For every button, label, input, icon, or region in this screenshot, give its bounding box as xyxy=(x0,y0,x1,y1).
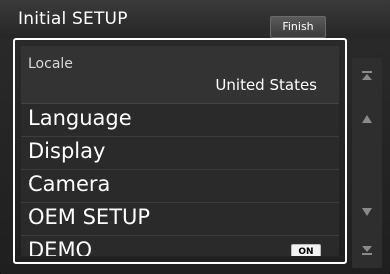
list-item-camera[interactable]: Camera xyxy=(21,170,339,203)
setup-list-frame: Locale United States Language Display Ca… xyxy=(13,38,347,264)
finish-button[interactable]: Finish xyxy=(270,16,326,38)
list-item-locale[interactable]: Locale United States xyxy=(21,46,339,104)
scrollbar[interactable] xyxy=(352,58,382,268)
demo-toggle[interactable]: ON xyxy=(291,244,321,256)
list-item-label: OEM SETUP xyxy=(28,205,151,229)
locale-label: Locale xyxy=(28,56,73,72)
list-item-demo[interactable]: DEMO ON xyxy=(21,236,339,256)
list-item-oem-setup[interactable]: OEM SETUP xyxy=(21,203,339,236)
title-bar: Initial SETUP Finish xyxy=(0,0,390,38)
scroll-top-icon[interactable] xyxy=(352,70,382,85)
list-item-language[interactable]: Language xyxy=(21,104,339,137)
screen: Initial SETUP Finish Locale United State… xyxy=(0,0,390,274)
list-item-label: Display xyxy=(28,139,106,163)
list-item-display[interactable]: Display xyxy=(21,137,339,170)
page-title: Initial SETUP xyxy=(18,9,128,29)
list-item-label: DEMO xyxy=(28,238,93,256)
list-item-label: Language xyxy=(28,106,132,130)
scroll-down-icon[interactable] xyxy=(352,206,382,220)
scroll-up-icon[interactable] xyxy=(352,113,382,127)
list-item-label: Camera xyxy=(28,172,111,196)
setup-list: Locale United States Language Display Ca… xyxy=(21,46,339,256)
scroll-bottom-icon[interactable] xyxy=(352,244,382,259)
locale-value: United States xyxy=(215,76,317,94)
